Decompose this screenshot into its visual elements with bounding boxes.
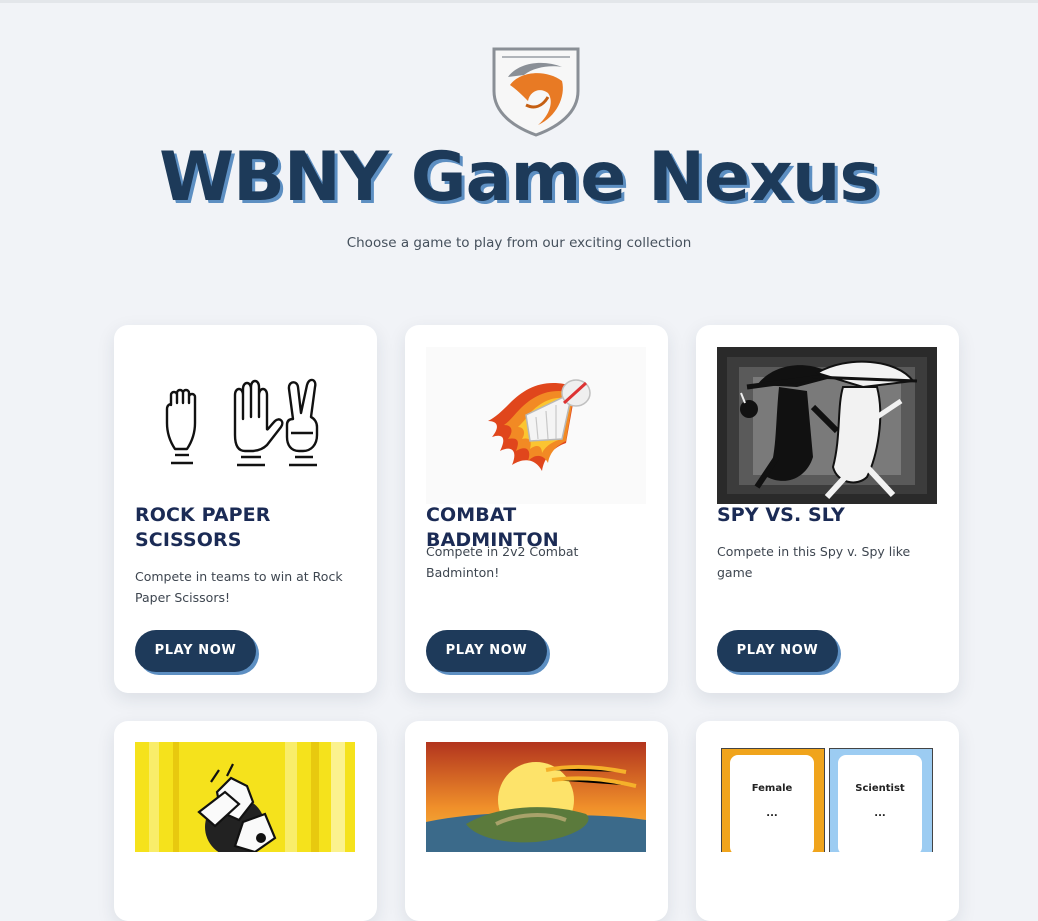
rock-paper-scissors-icon	[135, 347, 355, 504]
game-card-rock-paper-scissors: ROCK PAPER SCISSORS Compete in teams to …	[114, 325, 377, 693]
play-now-button[interactable]: PLAY NOW	[717, 630, 838, 672]
identity-card-label: Scientist	[855, 783, 905, 794]
game-description: Compete in teams to win at Rock Paper Sc…	[135, 569, 343, 605]
identity-card-placeholder: ...	[874, 808, 886, 819]
game-description: Compete in this Spy v. Spy like game	[717, 544, 911, 580]
shield-logo-icon	[490, 45, 582, 137]
top-divider	[0, 0, 1038, 3]
flaming-shuttlecock-icon	[426, 347, 646, 504]
identity-card-placeholder: ...	[766, 808, 778, 819]
identity-card-label: Female	[751, 783, 793, 794]
game-description: Compete in 2v2 Combat Badminton!	[426, 544, 579, 580]
play-now-button[interactable]: PLAY NOW	[135, 630, 256, 672]
game-card	[405, 721, 668, 921]
game-card-combat-badminton: COMBAT BADMINTON Compete in 2v2 Combat B…	[405, 325, 668, 693]
identity-cards-icon: Female ... Scientist ...	[717, 742, 937, 852]
yellow-cartoon-art-icon	[135, 742, 355, 852]
page-title: WBNY Game Nexus	[159, 138, 880, 217]
play-now-button[interactable]: PLAY NOW	[426, 630, 547, 672]
game-title: ROCK PAPER SCISSORS	[135, 504, 271, 551]
identity-card: Scientist ...	[838, 755, 922, 852]
identity-card: Female ...	[730, 755, 814, 852]
game-card-spy-vs-sly: SPY VS. SLY Compete in this Spy v. Spy l…	[696, 325, 959, 693]
spy-vs-spy-illustration-icon	[717, 347, 937, 504]
sunset-island-icon	[426, 742, 646, 852]
game-card: Female ... Scientist ...	[696, 721, 959, 921]
game-card	[114, 721, 377, 921]
page-subtitle: Choose a game to play from our exciting …	[346, 235, 692, 251]
game-title: SPY VS. SLY	[717, 504, 845, 526]
